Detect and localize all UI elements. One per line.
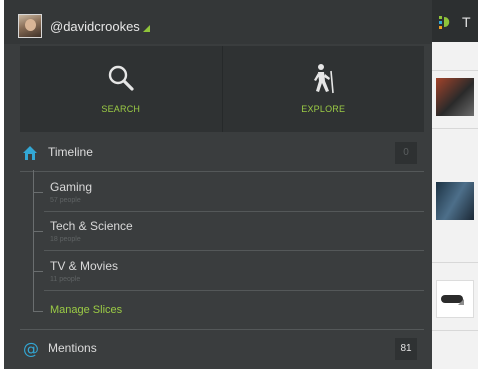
app-logo-icon [439,16,450,29]
manage-slices-label: Manage Slices [50,304,123,316]
navigation-drawer: @davidcrookes SEARCH EXPLORE Timeline 0 … [4,0,432,369]
timeline-preview[interactable]: T [432,0,478,369]
timeline-label: Timeline [48,145,93,159]
mentions-count-badge: 81 [395,338,417,360]
slice-member-count: 11 people [50,276,81,283]
slice-member-count: 57 people [50,197,81,204]
action-bar: T [432,0,478,42]
slice-item-gaming[interactable]: Gaming 57 people [4,173,432,212]
slice-item-tv-movies[interactable]: TV & Movies 11 people [4,252,432,291]
action-bar-title: T [462,14,471,30]
avatar[interactable] [18,14,42,38]
tweet-thumbnail[interactable] [436,182,474,220]
divider [432,128,478,129]
divider [44,290,424,291]
expand-corner-icon [458,299,464,305]
manage-slices-link[interactable]: Manage Slices [4,292,432,331]
slice-item-tech-science[interactable]: Tech & Science 18 people [4,212,432,251]
search-label: SEARCH [101,104,141,114]
tweet-thumbnail[interactable] [436,280,474,318]
search-icon [108,65,134,91]
nav-item-timeline[interactable]: Timeline 0 [4,134,432,172]
search-button[interactable]: SEARCH [20,46,222,132]
timeline-count-badge: 0 [395,142,417,164]
at-icon: @ [23,339,39,358]
divider [432,262,478,263]
slice-name: TV & Movies [50,259,119,273]
home-icon [23,146,37,160]
slice-member-count: 18 people [50,236,81,243]
tree-branch [33,271,43,272]
divider [432,70,478,71]
slice-name: Gaming [50,180,93,194]
quick-actions: SEARCH EXPLORE [20,46,424,132]
online-indicator-icon [143,25,150,32]
hiker-icon [314,64,335,94]
tweet-thumbnail[interactable] [436,78,474,116]
explore-button[interactable]: EXPLORE [221,46,424,132]
explore-label: EXPLORE [301,104,346,114]
divider [20,171,424,172]
tree-branch [33,192,43,193]
tree-branch [33,311,43,312]
slice-name: Tech & Science [50,219,133,233]
username: @davidcrookes [50,19,140,34]
divider [432,330,478,331]
nav-item-mentions[interactable]: @ Mentions 81 [4,330,432,368]
mentions-label: Mentions [48,341,97,355]
tree-branch [33,231,43,232]
divider [44,250,424,251]
account-header[interactable]: @davidcrookes [4,0,432,44]
